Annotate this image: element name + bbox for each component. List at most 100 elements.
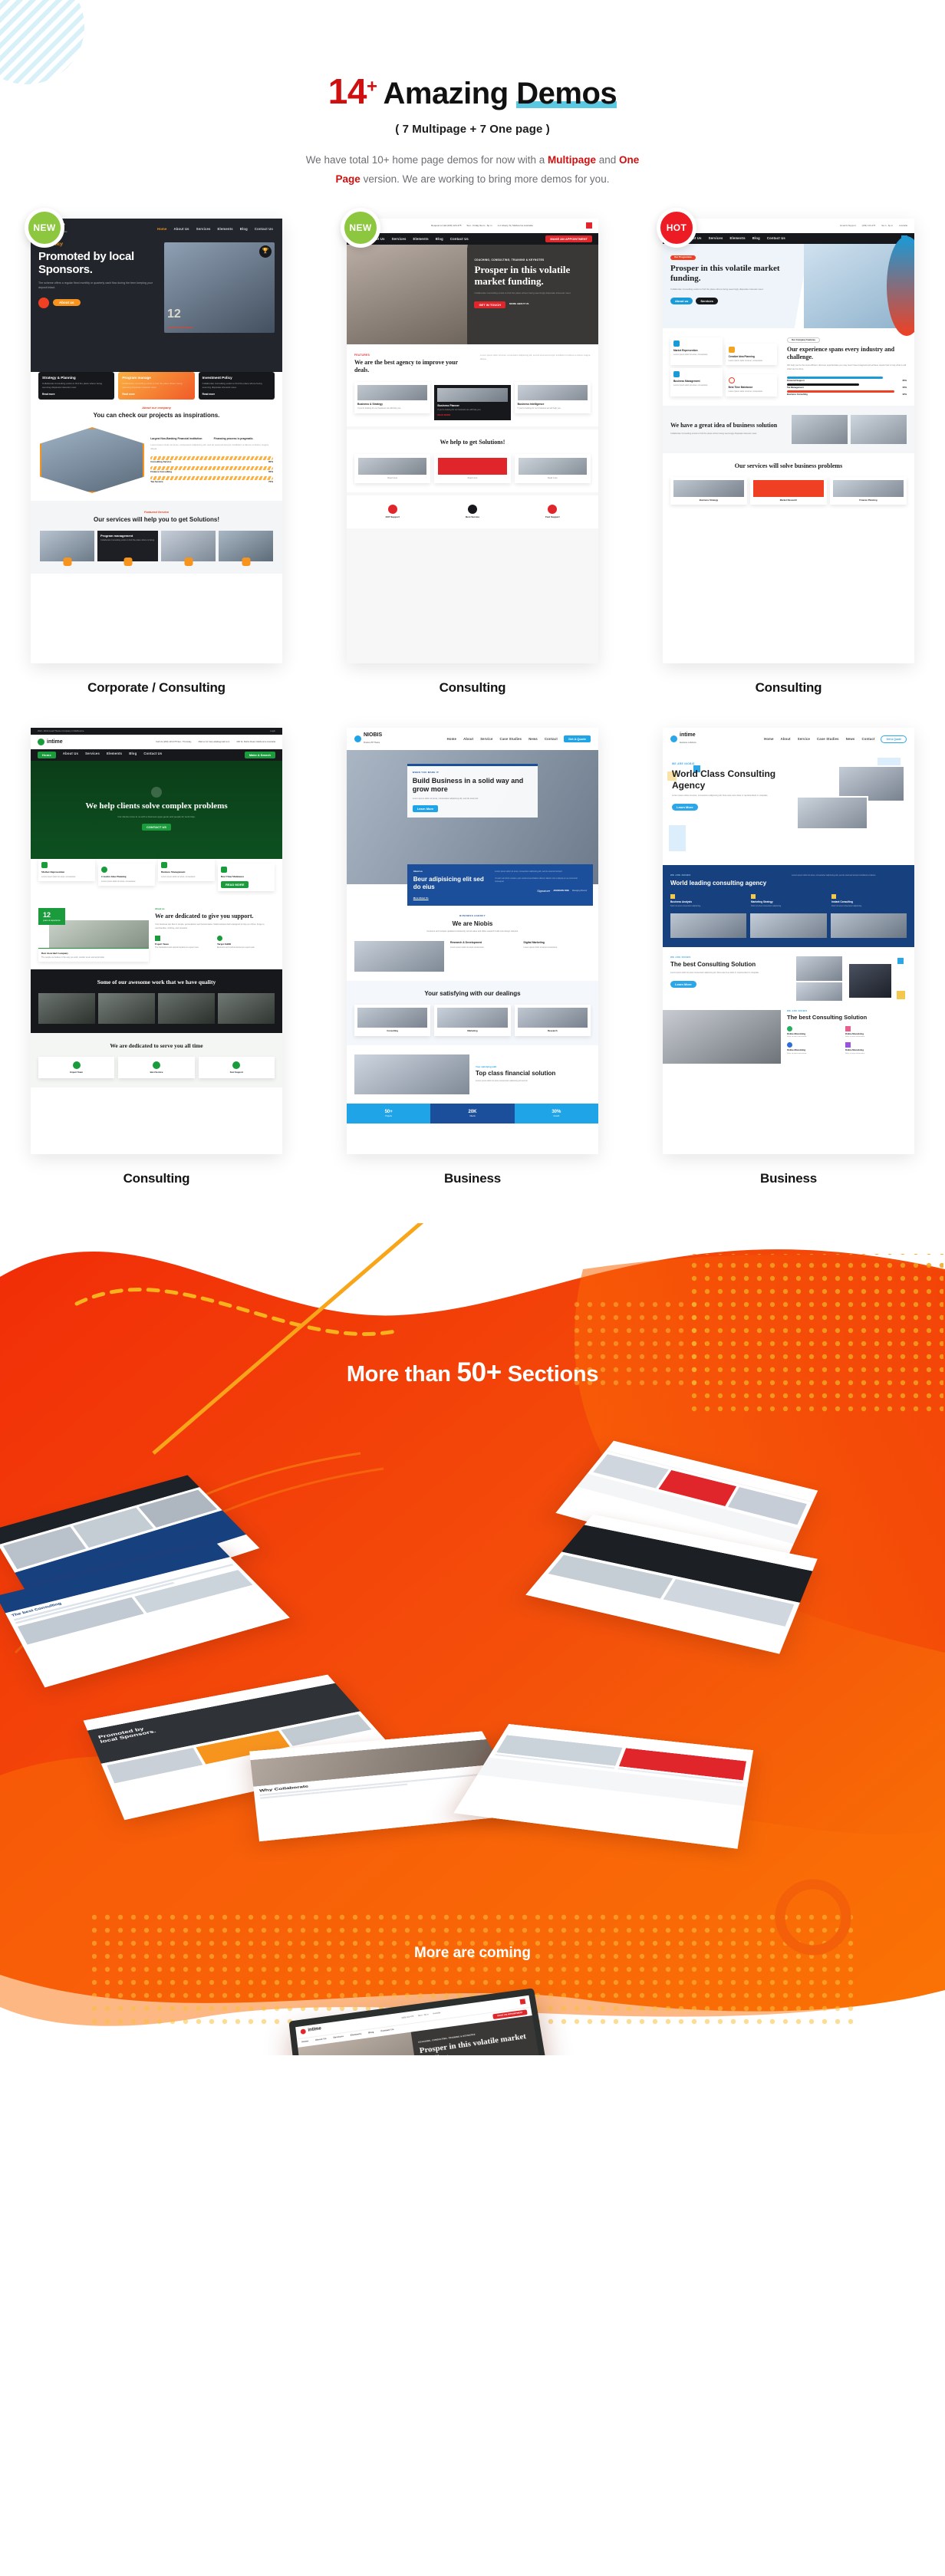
hero-cta-secondary[interactable]: Services: [696, 298, 717, 304]
hero-image: [347, 245, 467, 344]
nav-item[interactable]: Contact Us: [255, 227, 273, 231]
topbar-text: Well - Work Load Theme Company in Melbou…: [38, 730, 84, 732]
header-cta-button[interactable]: Get A Quote: [564, 735, 591, 742]
feature-label: Financing process is pragmatic.: [214, 437, 273, 440]
nav-item[interactable]: About Us: [63, 752, 78, 758]
feature-label: Online Monetizing: [845, 1049, 900, 1051]
brand-icon: [38, 739, 44, 745]
section-cta-button[interactable]: Learn More: [670, 981, 696, 988]
feature-card-link[interactable]: Read more: [122, 393, 190, 396]
hero-cta-button[interactable]: Learn More: [672, 804, 698, 811]
nav-item[interactable]: Services: [709, 236, 723, 240]
page-subtitle: ( 7 Multipage + 7 One page ): [0, 123, 945, 136]
demo-screenshot[interactable]: intime Request a Call (209) 123-475 Sun …: [347, 219, 598, 663]
nav-item[interactable]: Services: [392, 237, 407, 241]
nav-item[interactable]: Contact Us: [143, 752, 162, 758]
badge-hot: HOT: [657, 208, 696, 248]
demo-card-consulting-red[interactable]: NEW intime Request a Call (209) 123-475 …: [347, 219, 598, 696]
section-eyebrow: FEATURES: [354, 354, 474, 357]
feature-card-title: Investment Policy: [202, 376, 271, 380]
nav-item[interactable]: Home: [764, 737, 773, 741]
hero-cta-button[interactable]: Learn More: [413, 805, 439, 812]
section-title: Our experience spans every industry and …: [787, 346, 907, 361]
feature-card-link[interactable]: Read more: [202, 393, 271, 396]
hero-cta-button[interactable]: GET IN TOUCH: [474, 301, 505, 308]
header-cta-button[interactable]: Make A Search: [245, 752, 275, 758]
login-link[interactable]: Login: [270, 730, 275, 732]
feature-card-text: Lorem ipsum dolor sit amet, consectetur.: [673, 354, 719, 356]
hero-text: Collaborate Consulting exists to find th…: [474, 291, 591, 295]
demo-grid: NEW intimebusiness solutions Home About …: [0, 189, 945, 1186]
nav-item[interactable]: About: [463, 737, 473, 741]
demo-card-business-niobis[interactable]: NIOBIS Finance BT Theme Home About Servic…: [347, 728, 598, 1186]
nav-item[interactable]: Blog: [129, 752, 137, 758]
hero-text: The scheme offers a regular fixed monthl…: [38, 281, 158, 291]
feature-card-link[interactable]: Read more: [42, 393, 110, 396]
hero-headline: World Class Consulting Agency: [672, 768, 790, 790]
sections-title-count: 50+: [456, 1357, 501, 1387]
nav-item[interactable]: Service: [480, 737, 492, 741]
nav-item[interactable]: Service: [798, 737, 810, 741]
nav-item[interactable]: Blog: [752, 236, 760, 240]
demo-count: 14: [328, 71, 367, 111]
feature-card-link[interactable]: READ MORE: [221, 881, 249, 888]
page-description: We have total 10+ home page demos for no…: [292, 151, 653, 189]
nav-item[interactable]: News: [846, 737, 855, 741]
nav-item[interactable]: News: [528, 737, 538, 741]
hero-cta-button[interactable]: About us: [670, 298, 693, 304]
feature-card-link[interactable]: READ MORE: [437, 414, 507, 416]
feature-card-title: Creative Idea Planning: [101, 875, 152, 878]
feature-card-text: Lorem ipsum dolor sit amet, consectetur.: [41, 876, 92, 878]
feature-card-title: Program manage: [122, 376, 190, 380]
nav-item[interactable]: Home: [38, 752, 56, 758]
feature-label: Marketing Strategy: [751, 900, 826, 903]
section-title: We are the best agency to improve your d…: [354, 359, 474, 374]
about-cta[interactable]: More About Us: [413, 897, 489, 900]
header-cta-button[interactable]: Get A Quote: [881, 735, 907, 743]
contact-info: Call Us (209) 123-475 Sat - Thursday: [156, 741, 191, 743]
nav-item[interactable]: Services: [196, 227, 211, 231]
nav-item[interactable]: About Us: [173, 227, 189, 231]
nav-item[interactable]: Case Studies: [817, 737, 839, 741]
nav-item[interactable]: Case Studies: [500, 737, 522, 741]
hero-cta-button[interactable]: CONTACT US: [142, 824, 171, 831]
header-cta-button[interactable]: MAKE AN APPOINTMENT: [545, 235, 592, 242]
play-icon[interactable]: [38, 298, 49, 308]
brand-tagline: Finance BT Theme: [364, 742, 380, 744]
nav-item[interactable]: Contact: [861, 737, 874, 741]
hero-cta-button[interactable]: About us: [53, 299, 81, 307]
demo-card-corporate-consulting[interactable]: NEW intimebusiness solutions Home About …: [31, 219, 282, 696]
nav-item[interactable]: Elements: [730, 236, 746, 240]
sections-showcase: The best Consulting Promoted by local Spo…: [0, 1223, 945, 2055]
demo-caption: Business: [347, 1171, 598, 1186]
nav-item[interactable]: Elements: [107, 752, 122, 758]
nav-item[interactable]: Contact: [545, 737, 558, 741]
feature-card-text: Lorem ipsum dolor sit amet, consectetur.: [729, 390, 775, 393]
nav-item[interactable]: Blog: [436, 237, 443, 241]
nav-item[interactable]: Elements: [413, 237, 429, 241]
demo-screenshot[interactable]: Well - Work Load Theme Company in Melbou…: [31, 728, 282, 1154]
demo-card-consulting-green[interactable]: Well - Work Load Theme Company in Melbou…: [31, 728, 282, 1186]
nav-item[interactable]: About: [781, 737, 791, 741]
feature-card-title: Business Management: [161, 870, 212, 873]
nav-item[interactable]: Services: [85, 752, 100, 758]
nav-item[interactable]: Blog: [240, 227, 248, 231]
demo-screenshot[interactable]: intimebusiness solutions Home About Us S…: [31, 219, 282, 663]
nav-item[interactable]: Contact Us: [767, 236, 785, 240]
header-info: Request a Call (209) 123-475: [431, 225, 461, 228]
demo-screenshot[interactable]: intime Email & Support(209) 123-4759a.m …: [663, 219, 914, 663]
nav-item[interactable]: Home: [157, 227, 166, 231]
section-eyebrow: WE ARE NIOBIS: [787, 1010, 905, 1012]
service-thumb: [40, 531, 94, 561]
search-icon[interactable]: [586, 222, 592, 229]
demo-card-consulting-blue[interactable]: HOT intime Email & Support(209) 123-4759…: [663, 219, 914, 696]
nav-item[interactable]: Contact Us: [450, 237, 469, 241]
demo-card-business-worldclass[interactable]: intime business solutions Home About Serv…: [663, 728, 914, 1186]
demo-screenshot[interactable]: intime business solutions Home About Serv…: [663, 728, 914, 1154]
hero-cta-secondary[interactable]: MORE ABOUT US: [509, 303, 528, 306]
demo-screenshot[interactable]: NIOBIS Finance BT Theme Home About Servic…: [347, 728, 598, 1154]
desc-bold-multipage: Multipage: [548, 154, 596, 166]
nav-item[interactable]: Elements: [218, 227, 233, 231]
section-title: Top class financial solution: [476, 1070, 591, 1077]
nav-item[interactable]: Home: [447, 737, 456, 741]
